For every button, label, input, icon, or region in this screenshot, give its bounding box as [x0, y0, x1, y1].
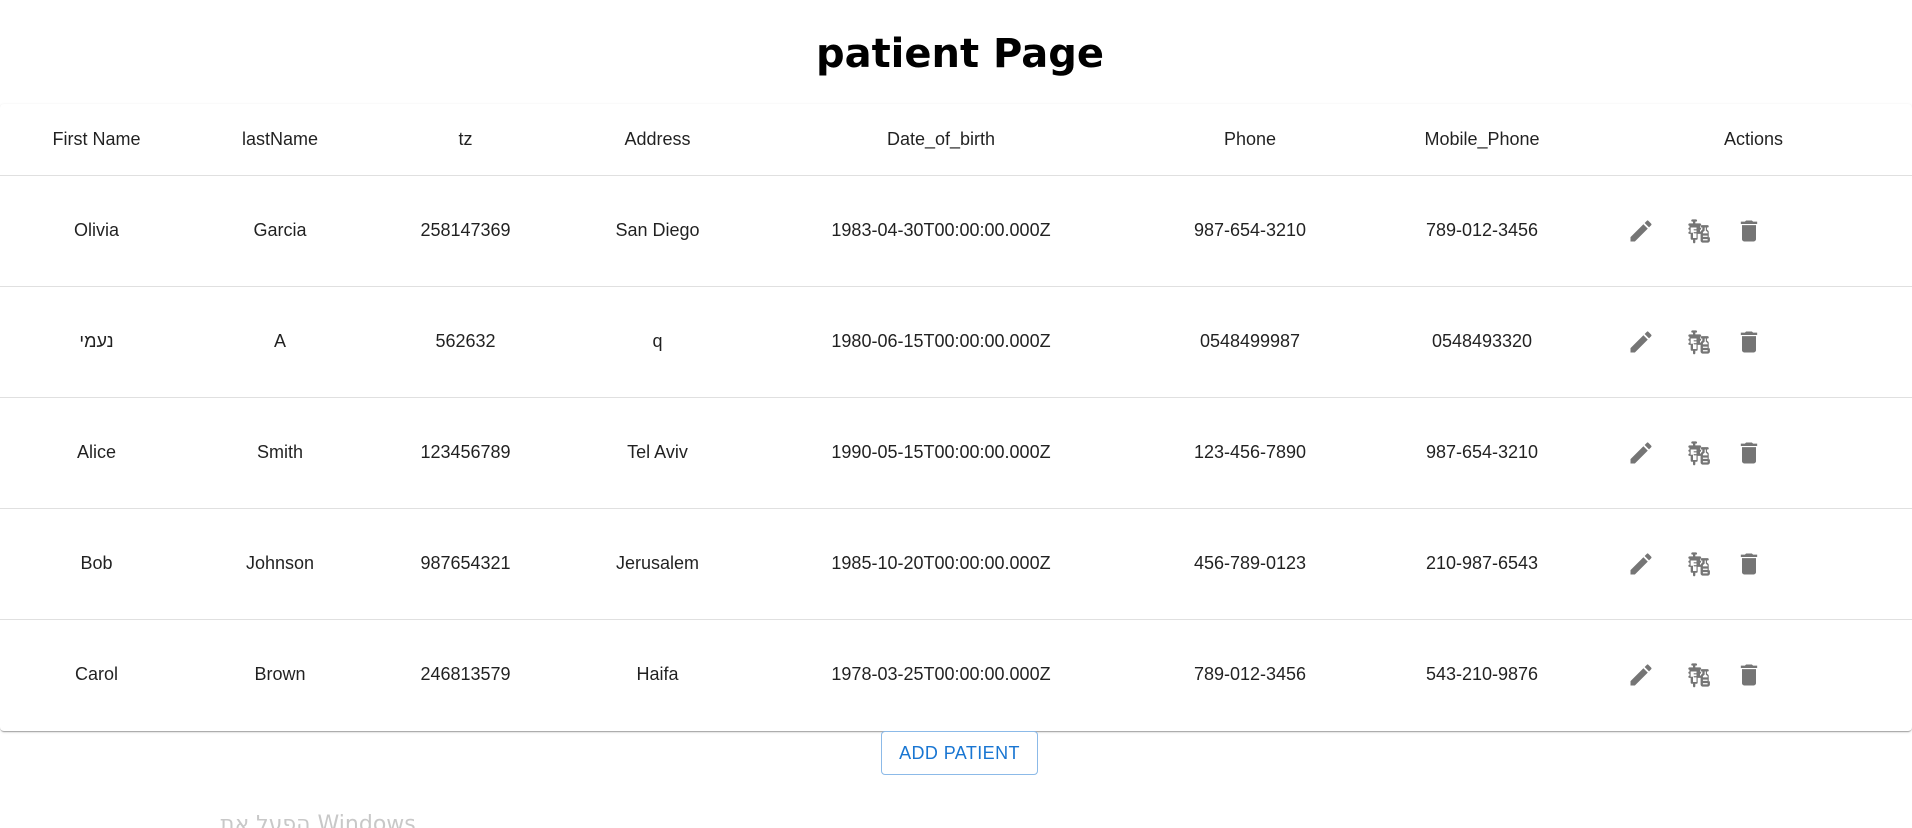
cell-mobile-phone: 789-012-3456 — [1369, 175, 1595, 287]
cell-tz: 123456789 — [367, 397, 564, 509]
vaccine-icon — [1688, 551, 1710, 576]
vaccinations-button[interactable] — [1676, 207, 1724, 255]
add-patient-button[interactable]: ADD PATIENT — [881, 731, 1038, 775]
cell-date-of-birth: 1990-05-15T00:00:00.000Z — [751, 397, 1131, 509]
edit-icon — [1630, 552, 1652, 574]
cell-tz: 258147369 — [367, 175, 564, 287]
cell-actions — [1595, 175, 1912, 287]
delete-icon — [1740, 331, 1758, 352]
header-last-name: lastName — [193, 104, 367, 176]
vaccine-icon — [1688, 218, 1710, 243]
cell-date-of-birth: 1985-10-20T00:00:00.000Z — [751, 508, 1131, 620]
table-row: Carol Brown 246813579 Haifa 1978-03-25T00:00… — [0, 619, 1912, 730]
cell-actions — [1595, 508, 1912, 620]
edit-icon — [1630, 330, 1652, 352]
delete-icon — [1740, 664, 1758, 686]
edit-button[interactable] — [1617, 207, 1665, 255]
delete-icon — [1740, 220, 1758, 241]
cell-last-name: Smith — [193, 397, 367, 509]
cell-phone: 987-654-3210 — [1131, 175, 1369, 287]
edit-button[interactable] — [1617, 540, 1665, 588]
cell-address: Tel Aviv — [564, 397, 751, 509]
delete-button[interactable] — [1725, 318, 1773, 366]
cell-mobile-phone: 987-654-3210 — [1369, 397, 1595, 509]
vaccine-icon — [1688, 329, 1710, 354]
cell-last-name: Brown — [254, 664, 306, 685]
patients-table-container: First Name lastName tz Address Date_of_b… — [0, 104, 1912, 731]
cell-first-name: Bob — [0, 508, 193, 620]
cell-tz: 562632 — [367, 286, 564, 398]
cell-address: q — [564, 286, 751, 398]
vaccine-icon — [1688, 663, 1710, 687]
header-tz: tz — [367, 104, 564, 176]
cell-phone: 789-012-3456 — [1193, 664, 1307, 685]
cell-address: Haifa — [636, 664, 679, 685]
delete-button[interactable] — [1725, 540, 1773, 588]
table-row: Bob Johnson 987654321 Jerusalem 1985-10-20T0… — [0, 508, 1912, 620]
delete-button[interactable] — [1725, 207, 1773, 255]
header-first-name: First Name — [0, 104, 193, 176]
cell-date-of-birth: 1980-06-15T00:00:00.000Z — [751, 286, 1131, 398]
table-row: נעמי A 562632 q 1980-06-15T00:00:00.000Z 0548… — [0, 286, 1912, 398]
cell-actions — [1595, 286, 1912, 398]
cell-phone: 456-789-0123 — [1131, 508, 1369, 620]
cell-phone: 123-456-7890 — [1131, 397, 1369, 509]
header-actions: Actions — [1595, 104, 1912, 176]
vaccine-icon — [1688, 440, 1710, 465]
vaccinations-button[interactable] — [1676, 318, 1724, 366]
cell-mobile-phone: 0548493320 — [1369, 286, 1595, 398]
table-row: Alice Smith 123456789 Tel Aviv 1990-05-15T00… — [0, 397, 1912, 509]
edit-button[interactable] — [1617, 651, 1665, 699]
page-title: patient Page — [815, 31, 1105, 77]
delete-icon — [1740, 553, 1758, 574]
cell-first-name: נעמי — [0, 286, 193, 398]
edit-button[interactable] — [1617, 429, 1665, 477]
edit-button[interactable] — [1617, 318, 1665, 366]
cell-tz: 987654321 — [367, 508, 564, 620]
cell-last-name: Johnson — [193, 508, 367, 620]
cell-date-of-birth: 1978-03-25T00:00:00.000Z — [831, 664, 1051, 685]
cell-address: San Diego — [564, 175, 751, 287]
delete-icon — [1740, 442, 1758, 463]
cell-first-name: Carol — [74, 664, 118, 685]
cell-first-name: Alice — [0, 397, 193, 509]
patients-table: First Name lastName tz Address Date_of_b… — [0, 104, 1912, 730]
windows-activation-watermark: הפעל את Windows — [220, 812, 416, 828]
cell-tz: 246813579 — [420, 664, 511, 685]
cell-first-name: Olivia — [0, 175, 193, 287]
header-address: Address — [564, 104, 751, 176]
header-date-of-birth: Date_of_birth — [751, 104, 1131, 176]
cell-mobile-phone: 543-210-9876 — [1425, 664, 1539, 685]
cell-actions — [1595, 397, 1912, 509]
cell-last-name: A — [193, 286, 367, 398]
cell-mobile-phone: 210-987-6543 — [1369, 508, 1595, 620]
header-mobile-phone: Mobile_Phone — [1369, 104, 1595, 176]
cell-address: Jerusalem — [564, 508, 751, 620]
vaccinations-button[interactable] — [1676, 651, 1724, 699]
vaccinations-button[interactable] — [1676, 429, 1724, 477]
table-header-row: First Name lastName tz Address Date_of_b… — [0, 104, 1912, 176]
delete-button[interactable] — [1725, 429, 1773, 477]
header-phone: Phone — [1131, 104, 1369, 176]
edit-icon — [1630, 664, 1652, 686]
cell-phone: 0548499987 — [1131, 286, 1369, 398]
cell-last-name: Garcia — [193, 175, 367, 287]
cell-actions — [1595, 619, 1912, 730]
cell-date-of-birth: 1983-04-30T00:00:00.000Z — [751, 175, 1131, 287]
table-row: Olivia Garcia 258147369 San Diego 1983-04-30… — [0, 175, 1912, 287]
edit-icon — [1630, 441, 1652, 463]
vaccinations-button[interactable] — [1676, 540, 1724, 588]
edit-icon — [1630, 219, 1652, 241]
delete-button[interactable] — [1725, 651, 1773, 699]
